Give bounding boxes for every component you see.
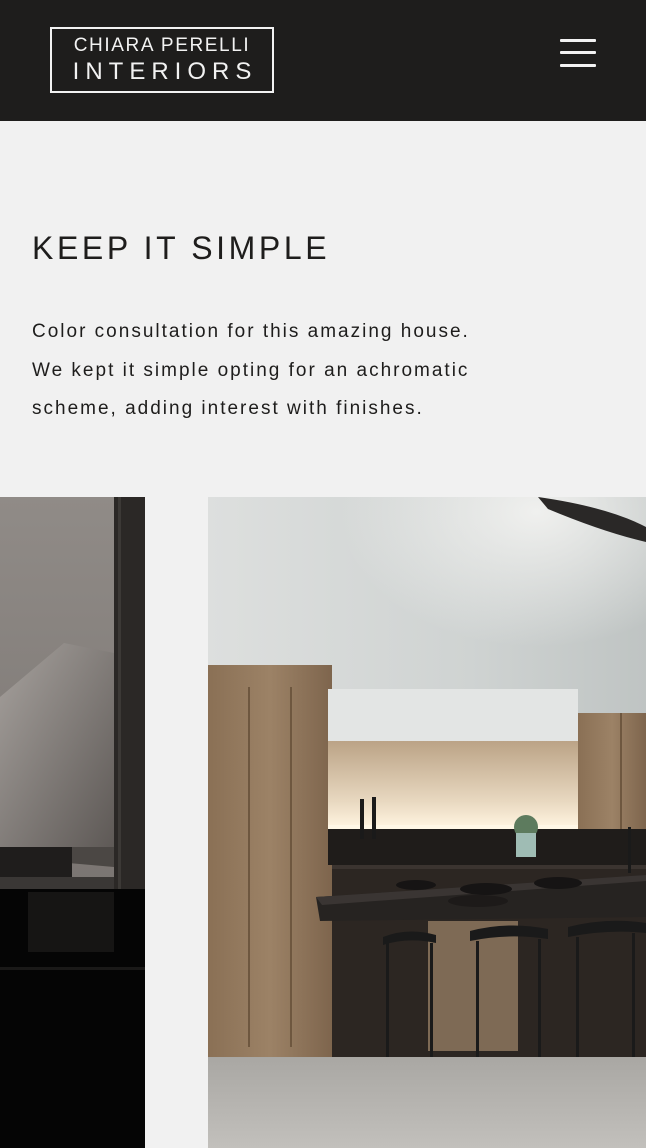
logo[interactable]: CHIARA PERELLI INTERIORS	[50, 27, 274, 93]
description-line: Color consultation for this amazing hous…	[32, 321, 470, 342]
gallery-image-right[interactable]	[208, 497, 646, 1148]
description-line: We kept it simple opting for an achromat…	[32, 359, 470, 381]
logo-line-2: INTERIORS	[72, 58, 258, 85]
logo-line-1: CHIARA PERELLI	[73, 35, 251, 56]
interior-photo-left	[0, 497, 145, 1148]
hamburger-menu-icon[interactable]	[558, 36, 598, 70]
kitchen-photo	[208, 497, 646, 1148]
project-description: Color consultation for this amazing hous…	[32, 313, 592, 429]
description-line: scheme, adding interest with finishes.	[32, 398, 424, 419]
site-header: CHIARA PERELLI INTERIORS	[0, 0, 646, 121]
gallery-image-left[interactable]	[0, 497, 145, 1148]
page-title: KEEP IT SIMPLE	[32, 230, 331, 266]
